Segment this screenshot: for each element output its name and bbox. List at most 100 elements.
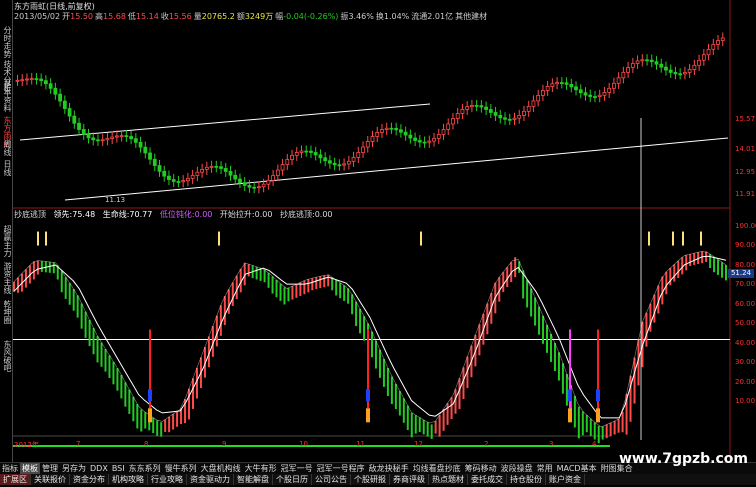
candle-body	[413, 137, 418, 141]
bottom-signal-blue	[148, 389, 152, 402]
candle-body	[39, 78, 44, 82]
ind-life-value: 70.77	[129, 210, 153, 219]
candle-body	[498, 114, 503, 119]
extension-tab-1[interactable]: 关联报价	[31, 474, 70, 485]
candle-body	[640, 59, 645, 62]
candle-body	[512, 117, 517, 120]
candle-body	[228, 171, 233, 176]
indicator-tab-14[interactable]: 筹码移动	[463, 463, 499, 474]
candle-body	[53, 87, 58, 95]
extension-tab-5[interactable]: 资金驱动力	[187, 474, 234, 485]
indicator-tab-13[interactable]: 均线看盘抄底	[411, 463, 463, 474]
ind-tick: 30.00	[735, 358, 756, 366]
ind-tick: 100.00	[735, 222, 756, 230]
ind-escape: 抄底逃顶:0.00	[280, 210, 333, 219]
candle-body	[706, 48, 711, 56]
ind-rise-value: 0.00	[254, 210, 273, 219]
candle-body	[654, 61, 659, 65]
indicator-tab-1[interactable]: 模板	[20, 463, 40, 474]
price-tick: 14.01	[735, 145, 756, 153]
candle-body	[323, 157, 328, 162]
candle-body	[290, 154, 294, 160]
extension-tab-3[interactable]: 机构攻略	[109, 474, 148, 485]
candle-body	[455, 113, 460, 119]
candle-body	[545, 86, 550, 91]
date-axis: 2012年 7 8 9 10 11 12 2 3 4	[14, 440, 729, 450]
indicator-name[interactable]: 抄底逃顶	[14, 210, 46, 219]
indicator-tab-3[interactable]: 另存为	[60, 463, 88, 474]
indicator-tab-4[interactable]: DDX	[88, 463, 110, 474]
float-label: 流通	[411, 12, 428, 21]
indicator-tab-15[interactable]: 波段操盘	[499, 463, 535, 474]
candle-body	[238, 178, 242, 183]
extension-tab-9[interactable]: 个股研报	[351, 474, 390, 485]
extension-tab-13[interactable]: 持仓股份	[507, 474, 546, 485]
date-tick: 10	[299, 440, 308, 448]
candle-body	[105, 138, 110, 141]
candle-body	[261, 183, 266, 188]
price-tick: 15.57	[735, 115, 756, 123]
quote-amount: 3249万	[244, 12, 274, 21]
chart-canvas	[13, 0, 731, 462]
price-tick: 11.91	[735, 190, 756, 198]
candle-body	[503, 117, 507, 120]
indicator-tab-10[interactable]: 冠军一号	[279, 463, 315, 474]
candle-body	[398, 129, 403, 133]
top-signal-marker	[420, 231, 422, 246]
extension-tab-2[interactable]: 资金分布	[70, 474, 109, 485]
quote-amplitude: 3.46%	[348, 12, 374, 21]
candle-body	[559, 82, 564, 84]
indicator-tab-16[interactable]: 常用	[535, 463, 555, 474]
candle-body	[96, 139, 100, 142]
extension-tab-10[interactable]: 券商评级	[390, 474, 429, 485]
candle-body	[720, 37, 725, 41]
quote-float: 2.01亿	[427, 12, 454, 21]
candle-body	[190, 175, 195, 179]
candle-body	[266, 179, 271, 185]
ind-rise: 开始拉升:0.00	[220, 210, 273, 219]
indicator-tab-0[interactable]: 指标	[0, 463, 20, 474]
quote-industry: 其他建材	[455, 12, 488, 21]
indicator-tab-7[interactable]: 慢牛系列	[163, 463, 199, 474]
extension-tab-14[interactable]: 账户资金	[546, 474, 585, 485]
candle-body	[332, 162, 337, 166]
candle-body	[417, 140, 422, 143]
candle-body	[460, 109, 465, 114]
indicator-tab-11[interactable]: 冠军一号程序	[315, 463, 367, 474]
candle-body	[607, 87, 612, 93]
candle-body	[403, 131, 408, 136]
indicator-tab-9[interactable]: 大牛有形	[243, 463, 279, 474]
candle-body	[256, 186, 261, 189]
indicator-tab-5[interactable]: BSI	[110, 463, 127, 474]
candle-body	[20, 79, 25, 82]
window-title: 东方雨虹(日线,前复权)	[14, 2, 95, 11]
indicator-tab-8[interactable]: 大盘机构线	[199, 463, 243, 474]
indicator-tab-12[interactable]: 敌龙抉秘手	[367, 463, 411, 474]
candle-body	[34, 78, 39, 80]
indicator-tab-17[interactable]: MACD基本	[555, 463, 599, 474]
extension-tab-0[interactable]: 扩展区	[0, 474, 31, 485]
candle-body	[597, 94, 602, 98]
ind-tick: 10.00	[735, 397, 756, 405]
ind-lead-label: 领先:	[53, 210, 73, 219]
indicator-tab-6[interactable]: 东东系列	[127, 463, 163, 474]
extension-tab-11[interactable]: 热点题材	[429, 474, 468, 485]
top-signal-marker	[648, 231, 650, 246]
candle-body	[214, 165, 219, 168]
candle-body	[162, 170, 167, 177]
candle-body	[299, 150, 304, 153]
candle-body	[493, 112, 498, 116]
ind-low: 低位钝化:0.00	[160, 210, 213, 219]
ind-rise-label: 开始拉升:	[219, 210, 255, 219]
indicator-tab-2[interactable]: 管理	[40, 463, 60, 474]
extension-tab-4[interactable]: 行业攻略	[148, 474, 187, 485]
candle-body	[370, 136, 375, 142]
top-signal-marker	[672, 231, 674, 246]
ind-tick: 40.00	[735, 339, 756, 347]
extension-tab-6[interactable]: 智能解盘	[234, 474, 273, 485]
extension-tab-12[interactable]: 委托成交	[468, 474, 507, 485]
candle-body	[507, 118, 512, 121]
extension-tab-7[interactable]: 个股日历	[273, 474, 312, 485]
extension-tab-8[interactable]: 公司公告	[312, 474, 351, 485]
date-tick: 12	[414, 440, 423, 448]
